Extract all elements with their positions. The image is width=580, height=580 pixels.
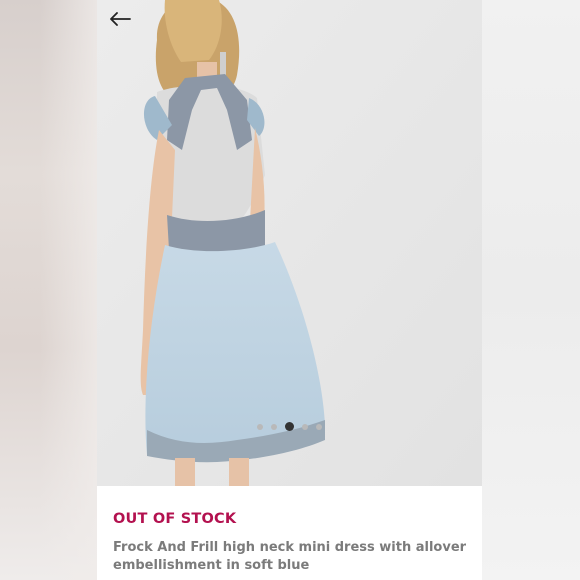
- stock-status: OUT OF STOCK: [113, 511, 237, 527]
- carousel-dot[interactable]: [271, 423, 277, 430]
- back-button[interactable]: [107, 8, 133, 30]
- carousel-indicator: [257, 422, 322, 431]
- product-screen: OUT OF STOCK Frock And Frill high neck m…: [97, 0, 482, 580]
- blurred-background-left: [0, 0, 97, 580]
- arrow-left-icon: [110, 12, 131, 26]
- product-photo[interactable]: [97, 0, 482, 486]
- product-title[interactable]: Frock And Frill high neck mini dress wit…: [113, 539, 468, 575]
- carousel-dot[interactable]: [302, 423, 308, 430]
- dress-model-image: [97, 0, 482, 486]
- blurred-background-right: [482, 0, 580, 580]
- product-info: OUT OF STOCK Frock And Frill high neck m…: [97, 486, 482, 580]
- carousel-dot[interactable]: [285, 422, 294, 431]
- carousel-dot[interactable]: [257, 423, 263, 430]
- carousel-dot[interactable]: [316, 423, 322, 430]
